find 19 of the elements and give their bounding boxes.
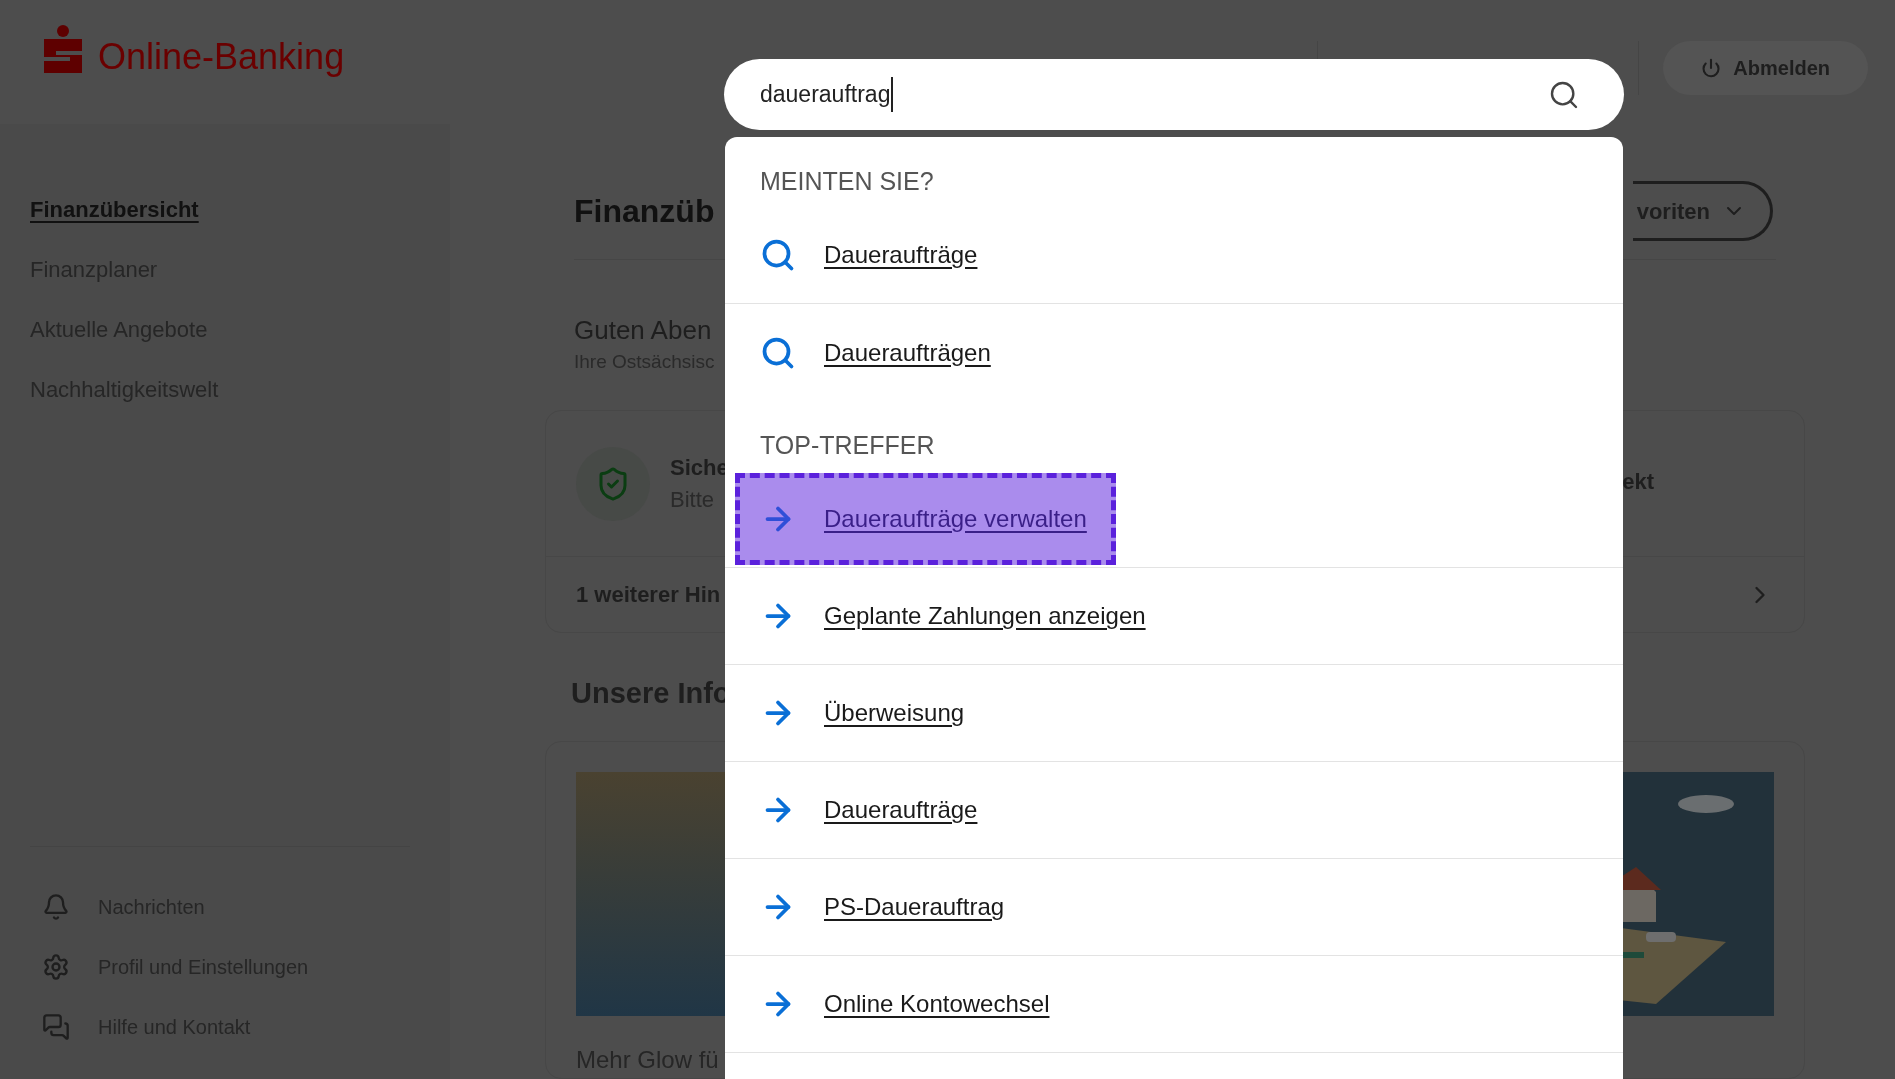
section-label: MEINTEN SIE? [759,166,934,197]
result-link[interactable]: Überweisung [735,667,994,759]
result-link[interactable]: Daueraufträge [735,764,1007,856]
app-title: Online-Banking [98,39,345,77]
suggestion-link[interactable]: Daueraufträge [735,209,1007,301]
result-link[interactable]: PS-Dauerauftrag [735,861,1034,953]
bell-icon [42,893,70,921]
section-label: TOP-TREFFER [759,430,935,461]
chat-icon [42,1013,70,1041]
result-link[interactable]: Geplante Zahlungen anzeigen [735,570,1175,662]
suggestion-link[interactable]: Daueraufträgen [735,306,1020,399]
search-field[interactable]: dauerauftrag [724,59,1624,130]
page-title: Finanzüb [574,192,715,231]
result-link[interactable]: Online Kontowechsel [735,958,1079,1050]
result-link[interactable]: Daueraufträge verwalten [735,473,1116,565]
settings-icon [42,953,70,981]
power-icon [1701,58,1722,78]
search-icon [760,237,796,273]
sidebar-item[interactable]: Finanzübersicht [30,190,199,250]
